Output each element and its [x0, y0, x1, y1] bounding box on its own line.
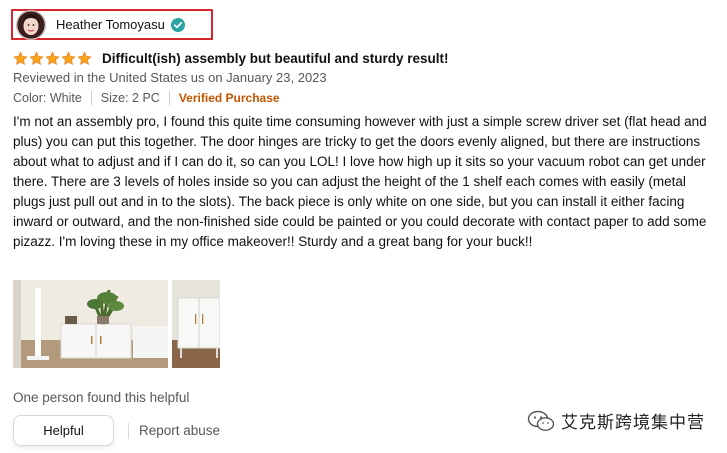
helpful-button[interactable]: Helpful — [13, 415, 114, 446]
watermark: 艾克斯跨境集中营 — [527, 408, 705, 433]
review-images — [13, 280, 220, 368]
report-abuse-link[interactable]: Report abuse — [139, 423, 220, 438]
divider — [168, 91, 170, 105]
divider — [90, 91, 92, 105]
star-icon — [77, 50, 92, 65]
star-rating — [13, 50, 92, 66]
review-title-row: Difficult(ish) assembly but beautiful an… — [13, 49, 449, 67]
verified-purchase-badge: Verified Purchase — [178, 91, 280, 105]
avatar[interactable] — [16, 9, 46, 40]
review-title[interactable]: Difficult(ish) assembly but beautiful an… — [102, 51, 449, 66]
star-icon — [29, 50, 44, 65]
watermark-text: 艾克斯跨境集中营 — [561, 413, 705, 433]
reviewer-profile[interactable]: Heather Tomoyasu — [11, 9, 213, 40]
helpful-count: One person found this helpful — [13, 390, 190, 405]
review-image[interactable] — [172, 280, 220, 368]
star-icon — [61, 50, 76, 65]
verified-check-icon — [170, 17, 185, 32]
size-variant: Size: 2 PC — [100, 91, 160, 105]
color-variant[interactable]: Color: White — [13, 91, 82, 105]
reviewer-name[interactable]: Heather Tomoyasu — [56, 17, 165, 32]
review-image[interactable] — [13, 280, 168, 368]
divider — [128, 422, 129, 439]
star-icon — [45, 50, 60, 65]
review-date: Reviewed in the United States us on Janu… — [13, 70, 327, 85]
review-body: I'm not an assembly pro, I found this qu… — [13, 114, 707, 249]
review-actions: Helpful Report abuse — [13, 415, 220, 446]
wechat-logo-icon — [527, 410, 555, 431]
variant-info: Color: White Size: 2 PC Verified Purchas… — [13, 91, 280, 105]
star-icon — [13, 50, 28, 65]
